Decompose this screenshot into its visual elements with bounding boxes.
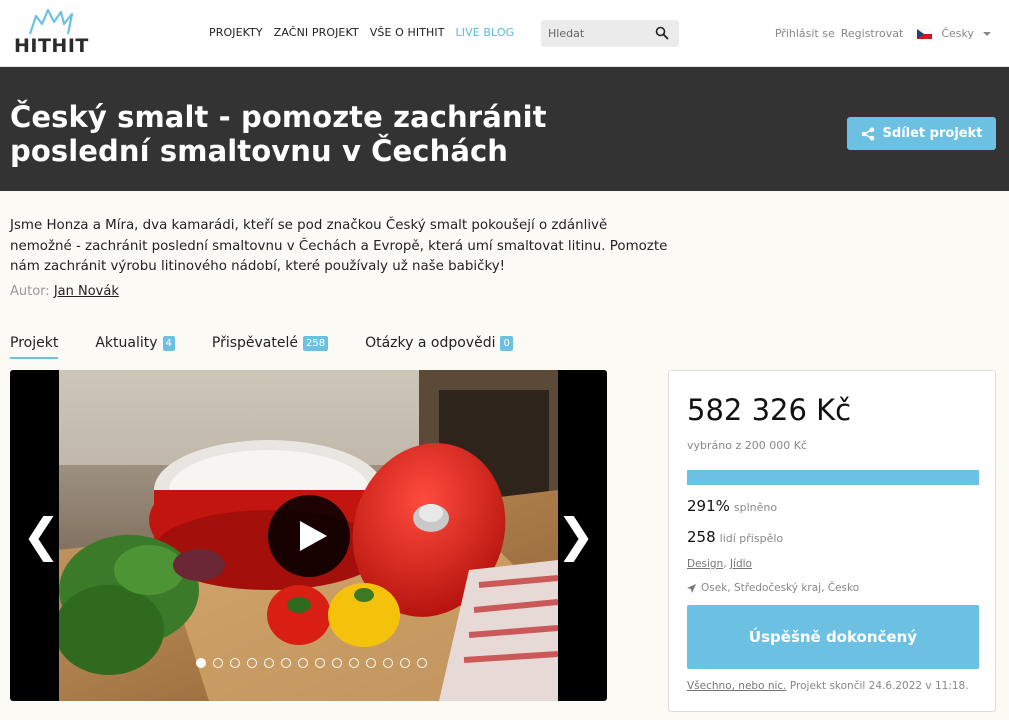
gallery-dot[interactable] [417,658,427,668]
percent-funded: 291% splněno [687,497,777,515]
project-location: Osek, Středočeský kraj, Česko [687,582,859,594]
tab-projekt[interactable]: Projekt [10,335,59,359]
count-badge: 258 [302,336,329,351]
category-jidlo[interactable]: Jídlo [730,558,752,570]
share-icon [861,127,874,140]
percent-value: 291% [687,497,730,515]
hithit-logo[interactable]: HITHIT [14,8,90,58]
account-links: Přihlásit se Registrovat Česky [775,27,991,40]
location-arrow-icon [687,583,696,593]
completed-status-button[interactable]: Úspěšně dokončený [687,605,979,669]
site-header: HITHIT PROJEKTY ZAČNI PROJEKT VŠE O HITH… [0,0,1009,67]
search-box [541,20,679,47]
logo-text: HITHIT [14,35,89,57]
gallery-next-arrow[interactable]: ❯ [556,510,595,560]
nav-vse-o-hithit[interactable]: VŠE O HITHIT [370,26,445,39]
gallery-dot[interactable] [332,658,342,668]
gallery-dot[interactable] [298,658,308,668]
gallery-dot[interactable] [213,658,223,668]
backers-count: 258 lidí přispělo [687,528,783,546]
play-icon[interactable] [268,495,350,577]
backers-value: 258 [687,528,716,546]
gallery-dot[interactable] [281,658,291,668]
funding-progress-bar [687,470,979,485]
author-label: Autor: [10,284,50,299]
search-icon[interactable] [655,26,669,40]
language-selector[interactable]: Česky [941,27,974,40]
gallery-dot[interactable] [400,658,410,668]
tab-label: Přispěvatelé [211,335,298,351]
project-categories: Design, Jídlo [687,558,752,570]
category-design[interactable]: Design [687,558,723,570]
tab-otazky-a-odpovedi[interactable]: Otázky a odpovědi 0 [365,335,513,359]
share-label: Sdílet projekt [882,126,983,141]
share-project-button[interactable]: Sdílet projekt [847,117,996,150]
login-link[interactable]: Přihlásit se [775,27,835,40]
caret-down-icon[interactable] [983,31,991,36]
funding-sidebar: 582 326 Kč vybráno z 200 000 Kč 291% spl… [668,370,996,712]
percent-label: splněno [733,501,778,514]
gallery-dot[interactable] [247,658,257,668]
gallery-dot[interactable] [264,658,274,668]
tab-aktuality[interactable]: Aktuality 4 [95,335,175,359]
gallery-dot[interactable] [196,658,206,668]
project-gallery: ❮ ❯ [10,370,607,701]
gallery-prev-arrow[interactable]: ❮ [22,510,61,560]
amount-raised: 582 326 Kč [687,393,852,427]
tab-label: Projekt [10,335,59,351]
gallery-dot[interactable] [366,658,376,668]
gallery-dot[interactable] [383,658,393,668]
tab-label: Otázky a odpovědi [365,335,496,351]
project-tabs: Projekt Aktuality 4 Přispěvatelé 258 Otá… [10,335,513,359]
gallery-dot[interactable] [315,658,325,668]
author-link[interactable]: Jan Novák [54,284,119,299]
nav-projekty[interactable]: PROJEKTY [209,26,263,39]
tab-prispevatele[interactable]: Přispěvatelé 258 [211,335,329,359]
project-title-band: Český smalt - pomozte zachránit poslední… [0,67,1009,191]
tab-label: Aktuality [95,335,158,351]
nav-live-blog[interactable]: LIVE BLOG [456,26,515,39]
logo-star-icon [28,8,74,35]
funding-model-link[interactable]: Všechno, nebo nic. [687,680,787,692]
register-link[interactable]: Registrovat [841,27,904,40]
gallery-dot[interactable] [349,658,359,668]
nav-zacni-projekt[interactable]: ZAČNI PROJEKT [274,26,359,39]
main-nav: PROJEKTY ZAČNI PROJEKT VŠE O HITHIT LIVE… [209,26,514,39]
backers-label: lidí přispělo [719,532,784,545]
count-badge: 0 [500,336,513,351]
project-author: Autor: Jan Novák [10,284,119,299]
count-badge: 4 [162,336,175,351]
location-text: Osek, Středočeský kraj, Česko [701,582,860,594]
end-date-text: Projekt skončil 24.6.2022 v 11:18. [789,680,969,692]
gallery-dots [196,658,427,668]
project-title: Český smalt - pomozte zachránit poslední… [10,100,547,168]
project-end-note: Všechno, nebo nic. Projekt skončil 24.6.… [687,680,969,692]
funding-goal: vybráno z 200 000 Kč [687,439,807,452]
project-description: Jsme Honza a Míra, dva kamarádi, kteří s… [10,218,668,274]
progress-fill [687,470,979,485]
czech-flag-icon [917,28,933,39]
gallery-dot[interactable] [230,658,240,668]
search-input[interactable] [541,20,653,47]
